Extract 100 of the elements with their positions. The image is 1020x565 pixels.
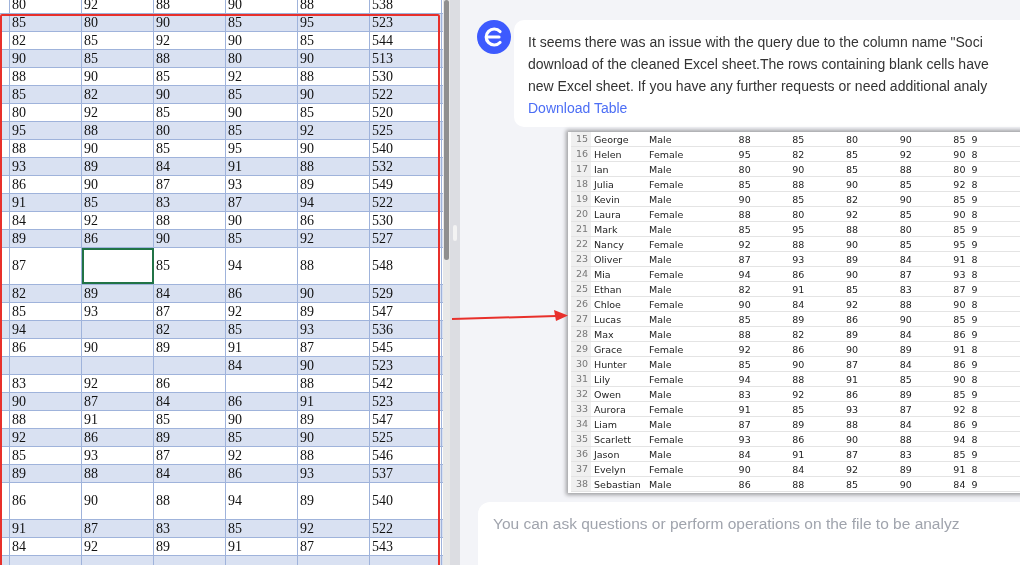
table-cell[interactable]: 85 — [154, 104, 226, 121]
table-cell[interactable]: 92 — [10, 429, 82, 446]
table-cell[interactable]: 85 — [154, 411, 226, 428]
table-cell[interactable]: 90 — [226, 212, 298, 229]
table-cell[interactable]: 525 — [370, 122, 442, 139]
table-cell[interactable]: 513 — [370, 50, 442, 67]
table-cell[interactable]: 92 — [82, 538, 154, 555]
table-cell[interactable]: 90 — [154, 14, 226, 31]
table-cell[interactable]: 90 — [226, 104, 298, 121]
table-cell[interactable]: 530 — [370, 68, 442, 85]
table-cell[interactable]: 90 — [298, 86, 370, 103]
table-cell[interactable]: 527 — [370, 230, 442, 247]
scrollbar[interactable] — [443, 0, 450, 565]
table-cell[interactable]: 540 — [370, 483, 442, 519]
table-cell[interactable]: 93 — [298, 465, 370, 482]
table-cell[interactable]: 94 — [298, 194, 370, 211]
table-cell[interactable]: 84 — [10, 212, 82, 229]
table-cell[interactable]: 530 — [370, 212, 442, 229]
table-cell[interactable]: 90 — [298, 50, 370, 67]
table-cell[interactable]: 85 — [82, 50, 154, 67]
table-cell[interactable]: 88 — [298, 447, 370, 464]
table-cell[interactable]: 84 — [154, 285, 226, 302]
table-cell[interactable]: 547 — [370, 303, 442, 320]
table-cell[interactable]: 90 — [154, 230, 226, 247]
table-cell[interactable]: 89 — [154, 429, 226, 446]
table-cell[interactable]: 90 — [10, 50, 82, 67]
table-cell[interactable]: 93 — [82, 303, 154, 320]
table-cell[interactable]: 86 — [226, 465, 298, 482]
table-cell[interactable]: 91 — [226, 538, 298, 555]
table-cell[interactable]: 85 — [298, 104, 370, 121]
table-cell[interactable]: 86 — [10, 339, 82, 356]
table-cell[interactable]: 90 — [226, 0, 298, 13]
table-cell[interactable]: 522 — [370, 194, 442, 211]
table-cell[interactable]: 83 — [10, 375, 82, 392]
table-cell[interactable]: 88 — [154, 50, 226, 67]
table-cell[interactable]: 82 — [82, 86, 154, 103]
table-cell[interactable]: 89 — [154, 538, 226, 555]
table-cell[interactable]: 88 — [298, 68, 370, 85]
table-cell[interactable]: 88 — [298, 375, 370, 392]
table-cell[interactable]: 85 — [298, 32, 370, 49]
table-cell[interactable]: 83 — [154, 520, 226, 537]
table-cell[interactable]: 88 — [10, 68, 82, 85]
table-cell[interactable]: 91 — [10, 194, 82, 211]
table-cell[interactable]: 93 — [10, 158, 82, 175]
table-cell[interactable]: 90 — [298, 285, 370, 302]
table-cell[interactable]: 92 — [226, 303, 298, 320]
table-cell[interactable]: 88 — [298, 158, 370, 175]
table-cell[interactable]: 85 — [154, 68, 226, 85]
table-cell[interactable]: 89 — [298, 483, 370, 519]
table-cell[interactable]: 523 — [370, 357, 442, 374]
table-cell[interactable]: 545 — [370, 339, 442, 356]
table-cell[interactable]: 93 — [82, 447, 154, 464]
table-cell[interactable]: 92 — [226, 68, 298, 85]
table-cell[interactable]: 90 — [82, 176, 154, 193]
table-cell[interactable]: 544 — [370, 32, 442, 49]
table-cell[interactable]: 88 — [298, 248, 370, 284]
table-cell[interactable]: 88 — [154, 212, 226, 229]
table-cell[interactable]: 82 — [10, 285, 82, 302]
table-cell[interactable]: 90 — [298, 429, 370, 446]
table-cell[interactable]: 549 — [370, 176, 442, 193]
table-cell[interactable]: 522 — [370, 520, 442, 537]
table-cell[interactable]: 80 — [82, 14, 154, 31]
chat-input[interactable]: You can ask questions or perform operations on the file to be analyz — [478, 502, 1020, 565]
table-cell[interactable]: 91 — [226, 339, 298, 356]
table-cell[interactable]: 89 — [82, 285, 154, 302]
table-cell[interactable]: 86 — [298, 212, 370, 229]
table-cell[interactable]: 86 — [226, 393, 298, 410]
table-cell[interactable]: 92 — [82, 212, 154, 229]
table-cell[interactable]: 87 — [298, 538, 370, 555]
table-cell[interactable]: 85 — [226, 230, 298, 247]
table-cell[interactable]: 84 — [154, 158, 226, 175]
table-cell[interactable]: 85 — [226, 86, 298, 103]
table-cell[interactable]: 80 — [226, 50, 298, 67]
table-cell[interactable]: 87 — [154, 447, 226, 464]
table-cell[interactable]: 85 — [154, 140, 226, 157]
table-cell[interactable]: 85 — [226, 14, 298, 31]
table-cell[interactable]: 536 — [370, 321, 442, 338]
table-cell[interactable]: 90 — [82, 483, 154, 519]
table-cell[interactable]: 92 — [82, 0, 154, 13]
table-cell[interactable]: 95 — [10, 122, 82, 139]
table-cell[interactable]: 86 — [226, 285, 298, 302]
table-cell[interactable]: 548 — [370, 248, 442, 284]
table-cell[interactable]: 80 — [10, 0, 82, 13]
table-cell[interactable]: 92 — [154, 32, 226, 49]
table-cell[interactable]: 85 — [10, 447, 82, 464]
table-cell[interactable]: 90 — [82, 140, 154, 157]
table-cell[interactable]: 85 — [82, 194, 154, 211]
table-cell[interactable]: 88 — [82, 122, 154, 139]
table-cell[interactable]: 87 — [226, 194, 298, 211]
table-cell[interactable]: 92 — [82, 104, 154, 121]
table-cell[interactable]: 88 — [154, 483, 226, 519]
table-cell[interactable]: 90 — [82, 68, 154, 85]
download-link[interactable]: Download Table — [528, 100, 628, 116]
table-cell[interactable]: 91 — [82, 411, 154, 428]
table-cell[interactable]: 88 — [10, 140, 82, 157]
table-cell[interactable]: 85 — [226, 520, 298, 537]
table-cell[interactable]: 532 — [370, 158, 442, 175]
table-cell[interactable]: 85 — [226, 122, 298, 139]
table-cell[interactable]: 85 — [154, 248, 226, 284]
table-cell[interactable]: 94 — [226, 483, 298, 519]
